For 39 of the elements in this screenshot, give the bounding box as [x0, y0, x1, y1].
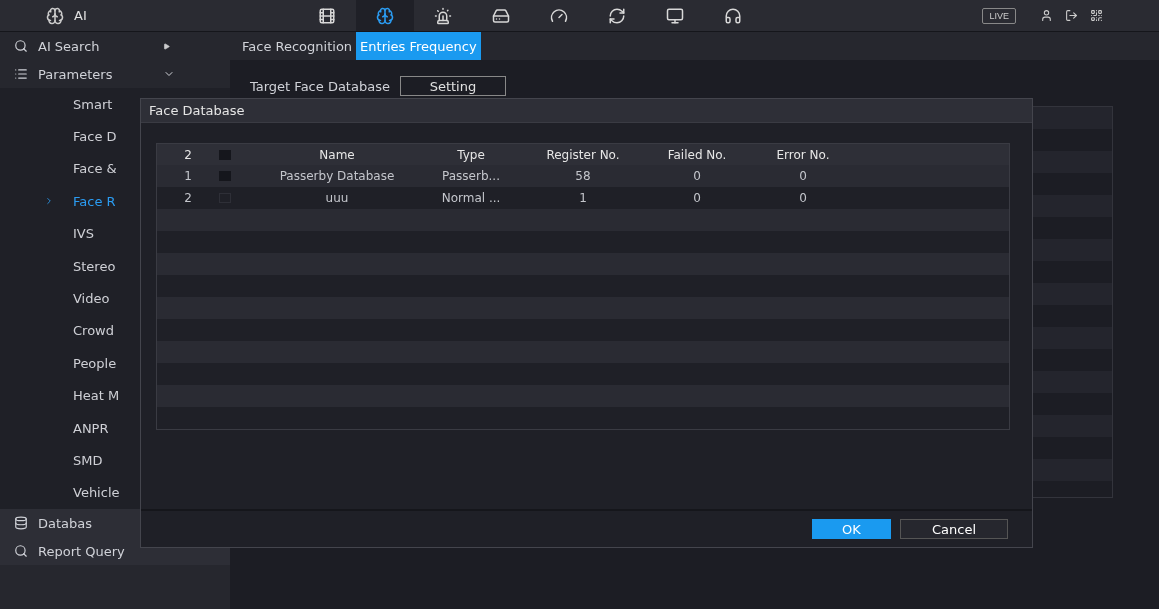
column-header: Name: [318, 147, 356, 162]
search-icon: [14, 544, 28, 559]
sidebar-item[interactable]: Parameters: [38, 66, 153, 82]
tab[interactable]: Face Recognition: [238, 32, 357, 60]
column-header: Failed No.: [666, 147, 728, 162]
list-icon: [14, 67, 28, 81]
table-cell-text: 2: [183, 191, 193, 205]
table-cell-text: 0: [798, 169, 808, 183]
chevron-icon: [44, 196, 54, 207]
table-cell-text: 0: [798, 191, 808, 205]
live-button[interactable]: LIVE: [982, 7, 1016, 24]
checkbox[interactable]: [219, 149, 231, 160]
brain-icon: [46, 6, 64, 25]
table-row[interactable]: 1 Passerby Database Passerb... 58 0 0: [157, 165, 1009, 187]
logout-icon[interactable]: [1065, 9, 1078, 22]
table-cell-text: 58: [574, 169, 592, 183]
dialog-title: Face Database: [141, 99, 1032, 123]
field-label: Target Face Database: [250, 78, 390, 94]
table-cell-text: 0: [692, 191, 702, 205]
caret-icon[interactable]: [163, 42, 170, 50]
search-icon: [14, 39, 28, 53]
qr-code-icon[interactable]: [1090, 9, 1103, 22]
setting-button[interactable]: Setting: [399, 76, 506, 96]
column-header: Error No.: [775, 147, 831, 162]
table-cell-text: 1: [183, 169, 193, 183]
app-title: AI: [74, 8, 87, 23]
column-header: Type: [456, 147, 486, 162]
brain-icon[interactable]: [356, 0, 414, 31]
database-icon: [14, 516, 28, 531]
table-cell-text: Passerb...: [441, 169, 501, 183]
cancel-button[interactable]: Cancel: [900, 519, 1008, 539]
table-cell-text: 1: [578, 191, 588, 205]
sidebar-item[interactable]: AI Search: [38, 38, 153, 54]
column-header: Register No.: [545, 147, 621, 162]
table-cell-text: 0: [692, 169, 702, 183]
table-cell-text: Normal ...: [440, 191, 502, 205]
table-cell-text: Passerby Database: [278, 169, 396, 183]
user-icon[interactable]: [1040, 9, 1053, 22]
table-cell-text: uuu: [324, 191, 350, 205]
